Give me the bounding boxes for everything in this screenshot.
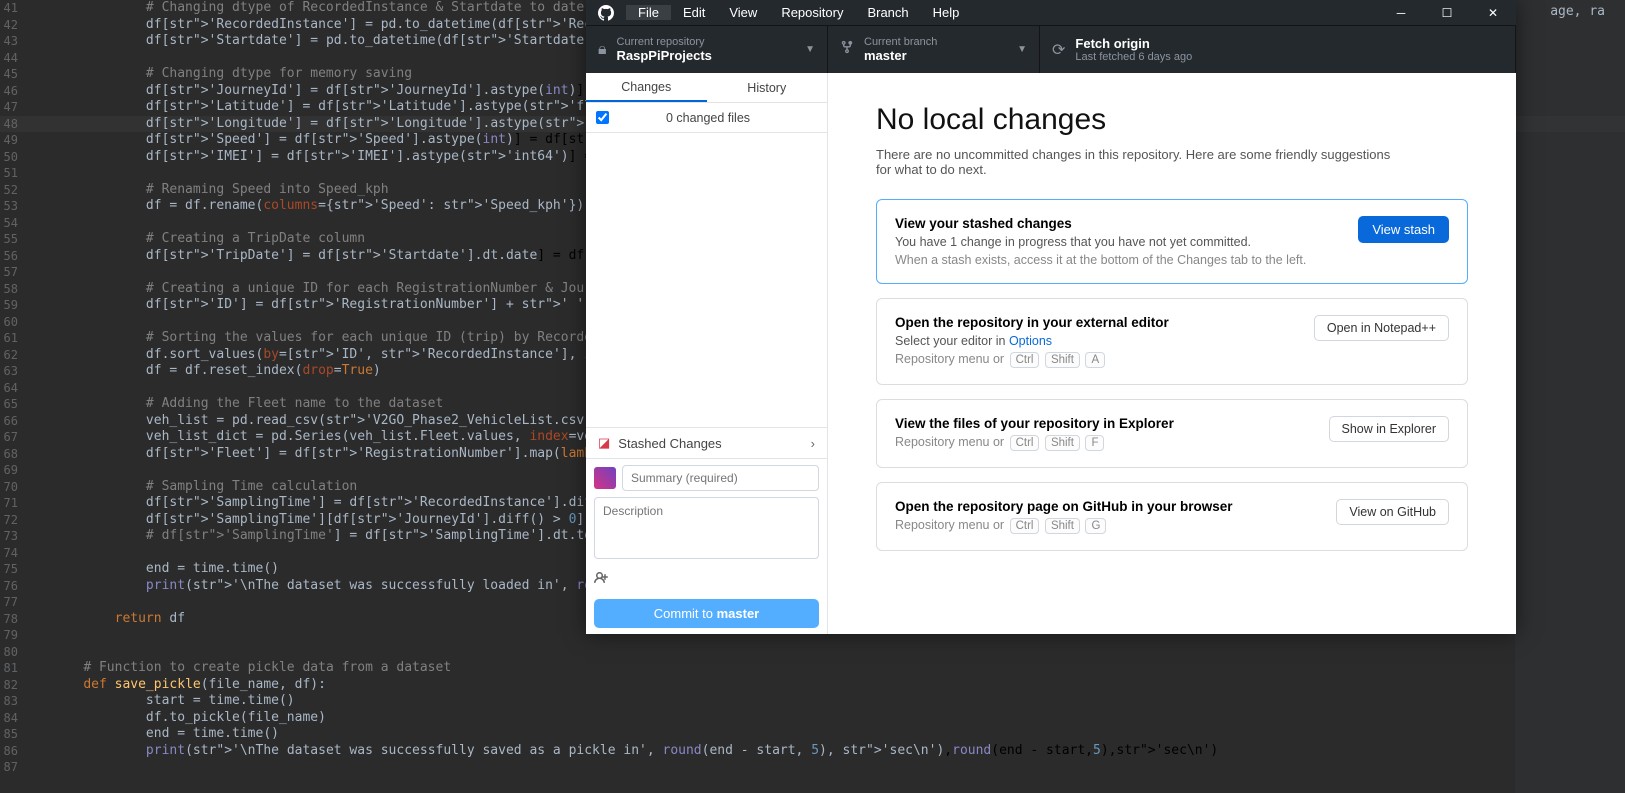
menu-view[interactable]: View (717, 5, 769, 20)
current-repository-dropdown[interactable]: 🔒︎ Current repository RaspPiProjects ▼ (586, 26, 828, 73)
menu-file[interactable]: File (626, 5, 671, 20)
kbd: Ctrl (1010, 352, 1040, 368)
commit-summary-input[interactable] (622, 465, 819, 491)
minimap[interactable] (1515, 0, 1625, 793)
code-line[interactable]: 83 start = time.time() (0, 693, 1625, 710)
card-desc: Select your editor in Options (895, 334, 1314, 348)
suggestion-card: View the files of your repository in Exp… (876, 399, 1468, 468)
code-line[interactable]: 84 df.to_pickle(file_name) (0, 710, 1625, 727)
suggestion-card: Open the repository page on GitHub in yo… (876, 482, 1468, 551)
card-action-button[interactable]: Open in Notepad++ (1314, 315, 1449, 341)
card-action-button[interactable]: Show in Explorer (1329, 416, 1450, 442)
fetch-origin-button[interactable]: ⟳ Fetch origin Last fetched 6 days ago (1040, 26, 1516, 73)
repo-value: RaspPiProjects (617, 48, 712, 63)
branch-icon (840, 39, 854, 60)
chevron-down-icon: ▼ (805, 44, 815, 55)
card-desc: You have 1 change in progress that you h… (895, 235, 1358, 249)
options-link[interactable]: Options (1009, 334, 1052, 348)
card-hint: When a stash exists, access it at the bo… (895, 253, 1358, 267)
kbd: Ctrl (1010, 435, 1040, 451)
card-action-button[interactable]: View stash (1358, 216, 1449, 243)
repo-label: Current repository (617, 36, 712, 48)
minimize-button[interactable]: ─ (1378, 0, 1424, 25)
card-title: Open the repository in your external edi… (895, 315, 1314, 330)
menu-help[interactable]: Help (921, 5, 972, 20)
card-shortcut: Repository menu or Ctrl Shift F (895, 435, 1329, 451)
menu-branch[interactable]: Branch (855, 5, 920, 20)
changed-files-count: 0 changed files (619, 111, 797, 125)
menu-bar: FileEditViewRepositoryBranchHelp (626, 5, 971, 20)
card-action-button[interactable]: View on GitHub (1336, 499, 1449, 525)
branch-value: master (864, 48, 937, 63)
kbd: Shift (1045, 352, 1080, 368)
commit-description-input[interactable] (594, 497, 819, 559)
card-title: View the files of your repository in Exp… (895, 416, 1329, 431)
commit-button[interactable]: Commit to master (594, 599, 819, 628)
menu-edit[interactable]: Edit (671, 5, 717, 20)
close-button[interactable]: ✕ (1470, 0, 1516, 25)
card-title: View your stashed changes (895, 216, 1358, 231)
lock-icon: 🔒︎ (598, 41, 607, 59)
add-coauthors-button[interactable] (594, 570, 819, 591)
avatar (594, 467, 616, 489)
kbd: F (1085, 435, 1104, 451)
maximize-button[interactable]: ☐ (1424, 0, 1470, 25)
card-shortcut: Repository menu or Ctrl Shift G (895, 518, 1336, 534)
branch-label: Current branch (864, 36, 937, 48)
kbd: G (1085, 518, 1106, 534)
stash-icon: ◪ (598, 435, 610, 451)
tab-changes[interactable]: Changes (586, 73, 707, 102)
card-title: Open the repository page on GitHub in yo… (895, 499, 1336, 514)
fetch-label: Fetch origin (1075, 36, 1192, 51)
toolbar: 🔒︎ Current repository RaspPiProjects ▼ C… (586, 25, 1516, 73)
stashed-changes-row[interactable]: ◪ Stashed Changes › (586, 427, 827, 459)
kbd: Shift (1045, 518, 1080, 534)
sidebar: Changes History 0 changed files ◪ Stashe… (586, 73, 828, 634)
menu-repository[interactable]: Repository (769, 5, 855, 20)
code-line[interactable]: 85 end = time.time() (0, 726, 1625, 743)
chevron-right-icon: › (811, 436, 815, 451)
code-line[interactable]: 86 print(str">'\nThe dataset was success… (0, 743, 1625, 760)
changed-files-header: 0 changed files (586, 103, 827, 133)
kbd: Ctrl (1010, 518, 1040, 534)
page-subtitle: There are no uncommitted changes in this… (876, 147, 1396, 177)
code-line[interactable]: 81 # Function to create pickle data from… (0, 660, 1625, 677)
kbd: Shift (1045, 435, 1080, 451)
github-logo-icon (586, 5, 626, 21)
fetch-value: Last fetched 6 days ago (1075, 51, 1192, 63)
tab-history[interactable]: History (707, 73, 828, 102)
titlebar: FileEditViewRepositoryBranchHelp ─ ☐ ✕ (586, 0, 1516, 25)
suggestion-card: Open the repository in your external edi… (876, 298, 1468, 385)
code-line[interactable]: 82 def save_pickle(file_name, df): (0, 677, 1625, 694)
github-desktop-window: FileEditViewRepositoryBranchHelp ─ ☐ ✕ 🔒… (586, 0, 1516, 634)
main-panel: No local changes There are no uncommitte… (828, 73, 1516, 634)
code-line[interactable]: 87 (0, 759, 1625, 776)
stashed-label: Stashed Changes (618, 436, 721, 451)
code-line[interactable]: 80 (0, 644, 1625, 661)
overflow-text: age, ra (1550, 4, 1605, 19)
card-shortcut: Repository menu or Ctrl Shift A (895, 352, 1314, 368)
commit-form: Commit to master (586, 459, 827, 634)
kbd: A (1085, 352, 1105, 368)
current-branch-dropdown[interactable]: Current branch master ▼ (828, 26, 1040, 73)
suggestion-card: View your stashed changes You have 1 chan… (876, 199, 1468, 284)
sidebar-tabs: Changes History (586, 73, 827, 103)
chevron-down-icon: ▼ (1017, 44, 1027, 55)
select-all-checkbox[interactable] (596, 111, 609, 124)
file-list (586, 133, 827, 427)
sync-icon: ⟳ (1052, 40, 1065, 60)
window-controls: ─ ☐ ✕ (1378, 0, 1516, 25)
page-title: No local changes (876, 103, 1468, 137)
